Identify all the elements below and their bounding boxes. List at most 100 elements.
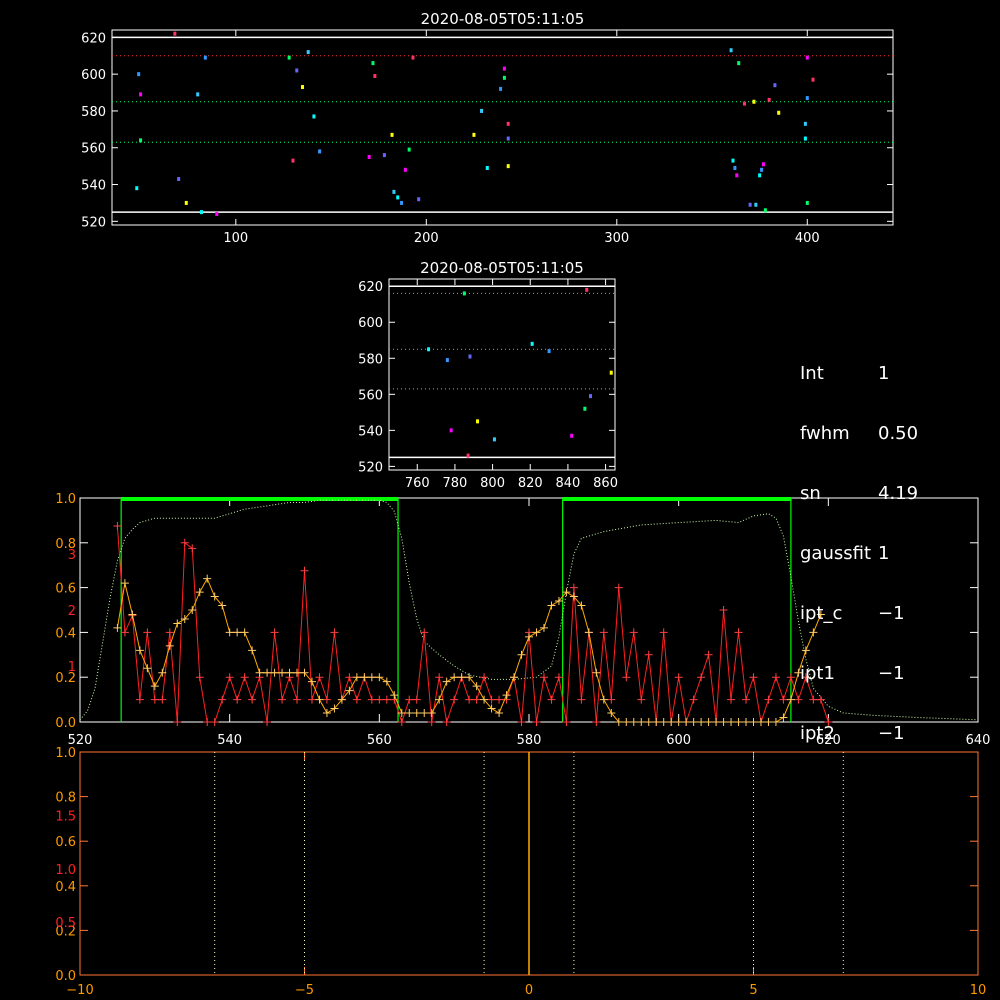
profile-red-point xyxy=(487,695,496,704)
mid-scatter-point xyxy=(449,428,453,433)
profile-orange-point xyxy=(592,668,601,677)
profile-red-point xyxy=(240,673,249,682)
top-scatter-ytick-label: 520 xyxy=(81,215,106,230)
profile-orange-point xyxy=(525,632,533,641)
profile-red-point xyxy=(233,695,242,704)
stat-int: Int 1 xyxy=(800,363,890,384)
profile-red-point xyxy=(742,695,751,704)
mid-scatter-ytick-label: 540 xyxy=(358,424,383,439)
top-scatter-point xyxy=(506,136,510,141)
mid-scatter-xtick-label: 840 xyxy=(556,476,581,491)
top-scatter-point xyxy=(777,110,781,115)
profile-red-point xyxy=(532,718,541,726)
profile-red-point xyxy=(375,695,384,704)
profile-orange-point xyxy=(135,646,144,655)
profile-orange-point xyxy=(786,695,795,704)
profile-red-point xyxy=(293,695,302,704)
profile-red-point xyxy=(697,673,706,682)
top-scatter-point xyxy=(472,132,476,137)
profile-red-point xyxy=(300,566,309,575)
top-scatter-point xyxy=(407,147,411,152)
profile-ytick-label: 0.4 xyxy=(55,626,76,641)
top-scatter-point xyxy=(287,55,291,60)
profile-orange-point xyxy=(771,718,780,726)
profile-orange-point xyxy=(285,668,294,677)
top-scatter-point xyxy=(291,158,295,163)
profile-orange-point xyxy=(659,718,668,726)
top-scatter-ytick-label: 580 xyxy=(81,105,106,120)
top-scatter-point xyxy=(396,195,400,200)
mid-scatter-point xyxy=(609,370,613,375)
top-scatter-point xyxy=(373,73,377,78)
profile-red-point xyxy=(180,538,189,547)
profile-orange-point xyxy=(352,673,361,682)
profile-red-point xyxy=(622,673,631,682)
mid-scatter-point xyxy=(492,437,496,442)
profile-orange-point xyxy=(539,623,548,632)
mid-scatter-xtick-label: 860 xyxy=(593,476,618,491)
stat-fwhm: fwhm 0.50 xyxy=(800,423,919,444)
profile-red-point xyxy=(405,695,414,704)
top-scatter-point xyxy=(506,121,510,126)
top-scatter-ytick-label: 540 xyxy=(81,179,106,194)
stat-gaussfit: gaussfit 1 xyxy=(800,543,890,564)
mid-scatter-point xyxy=(585,287,589,292)
top-scatter-point xyxy=(485,165,489,170)
profile-red-point xyxy=(382,695,391,704)
profile-red-point xyxy=(771,673,780,682)
top-scatter-point xyxy=(733,165,737,170)
bottom-ytick-label: 1.0 xyxy=(55,746,76,761)
profile-red-point xyxy=(263,718,272,726)
profile-orange-point xyxy=(405,709,414,718)
profile-orange-point xyxy=(637,718,646,726)
profile-red-point xyxy=(577,695,586,704)
profile-orange-point xyxy=(450,673,459,682)
top-scatter-frame xyxy=(111,29,894,226)
profile-red-point xyxy=(143,628,152,637)
top-scatter-point xyxy=(760,167,764,172)
profile-red-point xyxy=(495,695,504,704)
profile-xtick-label: 580 xyxy=(517,733,542,748)
profile-red-point xyxy=(330,628,339,637)
top-scatter-xtick-label: 100 xyxy=(223,231,248,246)
top-scatter-point xyxy=(300,85,304,90)
top-scatter-point xyxy=(400,200,404,205)
profile-red-point xyxy=(689,695,698,704)
profile-orange-point xyxy=(240,628,249,637)
mid-scatter-point xyxy=(445,358,449,363)
bottom-xtick-label: 0 xyxy=(525,983,533,998)
top-scatter-point xyxy=(502,75,506,80)
profile-orange-point xyxy=(719,718,728,726)
mid-scatter-ytick-label: 580 xyxy=(358,352,383,367)
profile-red-point xyxy=(120,628,129,637)
top-scatter-point xyxy=(805,200,809,205)
profile-red-point xyxy=(315,673,324,682)
profile-red-point xyxy=(562,718,571,726)
top-scatter-point xyxy=(742,101,746,106)
mid-scatter-xtick-label: 760 xyxy=(405,476,430,491)
profile-orange-point xyxy=(203,574,212,583)
profile-red-point xyxy=(569,583,578,592)
profile-orange-point xyxy=(704,718,713,726)
profile-orange-point xyxy=(293,668,302,677)
profile-red-point xyxy=(607,695,616,704)
profile-red-point xyxy=(734,628,743,637)
profile-orange-point xyxy=(547,601,556,610)
top-scatter-point xyxy=(312,114,316,119)
profile-red-point xyxy=(450,695,459,704)
profile-orange-point xyxy=(397,709,406,718)
profile-red-point xyxy=(764,695,773,704)
profile-orange-point xyxy=(382,677,391,686)
profile-red-point xyxy=(727,695,736,704)
profile-orange-point xyxy=(622,718,631,726)
bottom-ytick-red-label: 0.5 xyxy=(55,916,76,931)
mid-scatter-title: 2020-08-05T05:11:05 xyxy=(420,259,584,277)
mid-scatter-ytick-label: 620 xyxy=(358,280,383,295)
profile-orange-point xyxy=(113,623,122,632)
profile-red-point xyxy=(674,673,683,682)
profile-red-point xyxy=(592,718,601,726)
profile-orange-point xyxy=(173,619,182,628)
top-scatter-point xyxy=(729,48,733,53)
stat-sn: sn 4.19 xyxy=(800,483,919,504)
top-scatter-point xyxy=(735,173,739,178)
